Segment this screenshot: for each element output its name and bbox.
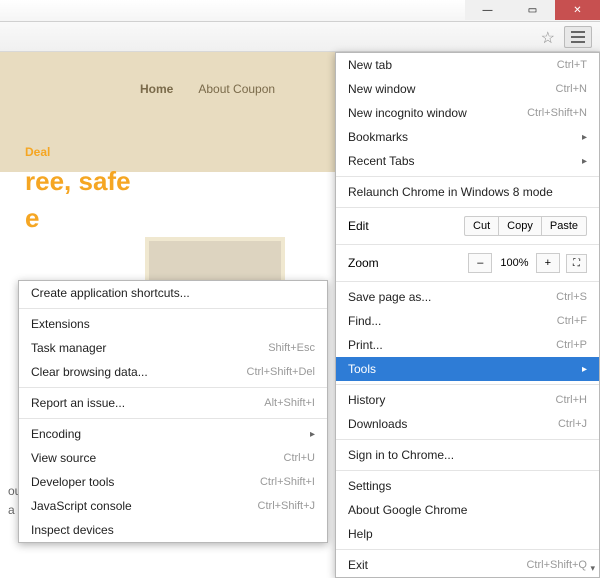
- menu-new-window[interactable]: New windowCtrl+N: [336, 77, 599, 101]
- zoom-value: 100%: [492, 254, 536, 272]
- menu-signin[interactable]: Sign in to Chrome...: [336, 443, 599, 467]
- submenu-clear-data[interactable]: Clear browsing data...Ctrl+Shift+Del: [19, 360, 327, 384]
- separator: [336, 470, 599, 471]
- chrome-menu-button[interactable]: [564, 26, 592, 48]
- separator: [336, 384, 599, 385]
- chevron-right-icon: ▸: [310, 429, 315, 440]
- menu-downloads[interactable]: DownloadsCtrl+J: [336, 412, 599, 436]
- copy-button[interactable]: Copy: [498, 216, 542, 236]
- menu-relaunch-win8[interactable]: Relaunch Chrome in Windows 8 mode: [336, 180, 599, 204]
- separator: [19, 308, 327, 309]
- menu-history[interactable]: HistoryCtrl+H: [336, 388, 599, 412]
- separator: [336, 439, 599, 440]
- edit-label: Edit: [348, 219, 369, 233]
- minimize-button[interactable]: —: [465, 0, 510, 20]
- menu-about-chrome[interactable]: About Google Chrome: [336, 498, 599, 522]
- submenu-js-console[interactable]: JavaScript consoleCtrl+Shift+J: [19, 494, 327, 518]
- maximize-button[interactable]: ▭: [510, 0, 555, 20]
- separator: [336, 176, 599, 177]
- menu-new-tab[interactable]: New tabCtrl+T: [336, 53, 599, 77]
- menu-save-page[interactable]: Save page as...Ctrl+S: [336, 285, 599, 309]
- separator: [19, 387, 327, 388]
- tools-submenu: Create application shortcuts... Extensio…: [18, 280, 328, 543]
- submenu-report-issue[interactable]: Report an issue...Alt+Shift+I: [19, 391, 327, 415]
- submenu-create-shortcuts[interactable]: Create application shortcuts...: [19, 281, 327, 305]
- chevron-down-icon[interactable]: ▾: [590, 563, 595, 574]
- menu-exit[interactable]: ExitCtrl+Shift+Q: [336, 553, 599, 577]
- submenu-extensions[interactable]: Extensions: [19, 312, 327, 336]
- chrome-main-menu: New tabCtrl+T New windowCtrl+N New incog…: [335, 52, 600, 578]
- menu-incognito[interactable]: New incognito windowCtrl+Shift+N: [336, 101, 599, 125]
- paste-button[interactable]: Paste: [541, 216, 587, 236]
- menu-recent-tabs[interactable]: Recent Tabs▸: [336, 149, 599, 173]
- cut-button[interactable]: Cut: [464, 216, 499, 236]
- chevron-right-icon: ▸: [582, 132, 587, 143]
- menu-find[interactable]: Find...Ctrl+F: [336, 309, 599, 333]
- bookmark-star-icon[interactable]: ☆: [541, 28, 555, 48]
- menu-zoom-row: Zoom – 100% + ⛶: [336, 248, 599, 278]
- zoom-out-button[interactable]: –: [468, 253, 492, 273]
- zoom-in-button[interactable]: +: [536, 253, 560, 273]
- menu-settings[interactable]: Settings: [336, 474, 599, 498]
- menu-bookmarks[interactable]: Bookmarks▸: [336, 125, 599, 149]
- zoom-label: Zoom: [348, 256, 379, 270]
- separator: [336, 244, 599, 245]
- nav-home[interactable]: Home: [140, 82, 173, 96]
- chevron-right-icon: ▸: [582, 156, 587, 167]
- window-titlebar: — ▭ ✕: [0, 0, 600, 22]
- browser-toolbar: ☆: [0, 22, 600, 52]
- separator: [19, 418, 327, 419]
- chevron-right-icon: ▸: [582, 364, 587, 375]
- menu-tools[interactable]: Tools▸: [336, 357, 599, 381]
- close-button[interactable]: ✕: [555, 0, 600, 20]
- separator: [336, 281, 599, 282]
- submenu-developer-tools[interactable]: Developer toolsCtrl+Shift+I: [19, 470, 327, 494]
- submenu-task-manager[interactable]: Task managerShift+Esc: [19, 336, 327, 360]
- menu-help[interactable]: Help: [336, 522, 599, 546]
- submenu-encoding[interactable]: Encoding▸: [19, 422, 327, 446]
- separator: [336, 207, 599, 208]
- menu-print[interactable]: Print...Ctrl+P: [336, 333, 599, 357]
- submenu-view-source[interactable]: View sourceCtrl+U: [19, 446, 327, 470]
- separator: [336, 549, 599, 550]
- menu-edit-row: Edit Cut Copy Paste: [336, 211, 599, 241]
- fullscreen-button[interactable]: ⛶: [566, 254, 587, 273]
- nav-about[interactable]: About Coupon: [198, 82, 275, 96]
- submenu-inspect-devices[interactable]: Inspect devices: [19, 518, 327, 542]
